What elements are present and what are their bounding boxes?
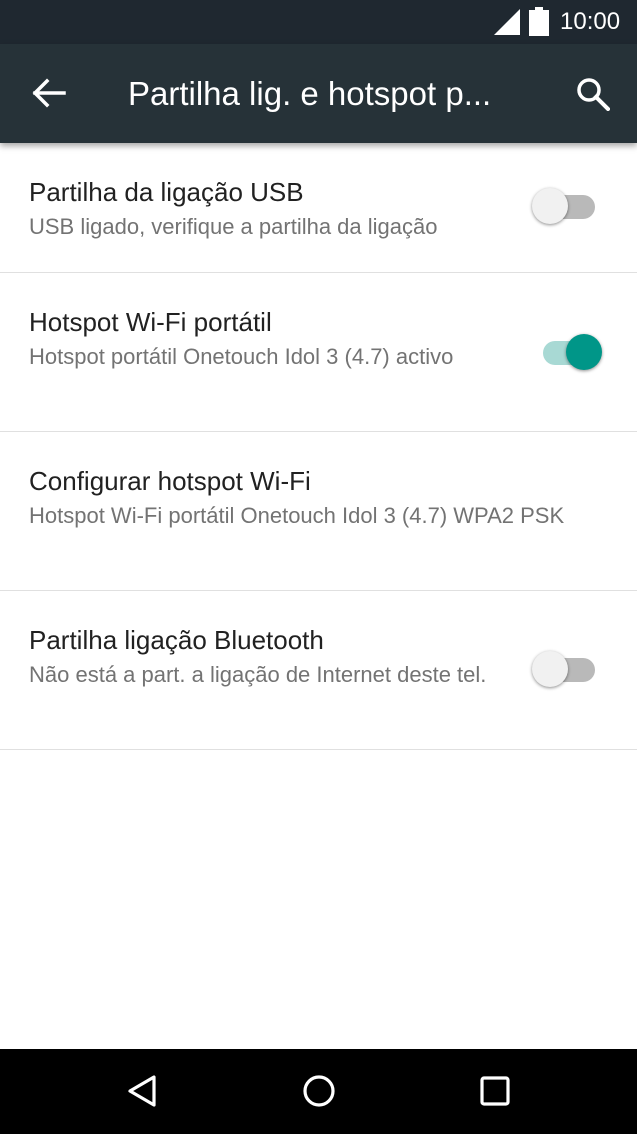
setting-title: Configurar hotspot Wi-Fi bbox=[29, 466, 311, 496]
settings-list: Partilha da ligação USB USB ligado, veri… bbox=[0, 143, 637, 750]
toggle-thumb bbox=[532, 188, 568, 224]
status-bar: 10:00 bbox=[0, 0, 637, 44]
status-time: 10:00 bbox=[560, 8, 621, 35]
setting-bluetooth-tethering[interactable]: Partilha ligação Bluetooth Não está a pa… bbox=[0, 591, 637, 750]
signal-icon bbox=[494, 9, 520, 35]
battery-icon bbox=[529, 7, 549, 36]
setting-summary: Não está a part. a ligação de Internet d… bbox=[29, 662, 487, 687]
setting-summary: Hotspot Wi-Fi portátil Onetouch Idol 3 (… bbox=[29, 503, 565, 528]
search-icon[interactable] bbox=[576, 77, 610, 111]
setting-configure-hotspot[interactable]: Configurar hotspot Wi-Fi Hotspot Wi-Fi p… bbox=[0, 432, 637, 591]
bluetooth-tethering-toggle[interactable] bbox=[532, 651, 606, 688]
app-bar: Partilha lig. e hotspot p... bbox=[0, 44, 637, 143]
toggle-thumb bbox=[566, 334, 602, 370]
recents-square-icon[interactable] bbox=[477, 1073, 513, 1109]
back-triangle-icon[interactable] bbox=[124, 1073, 160, 1109]
setting-summary: USB ligado, verifique a partilha da liga… bbox=[29, 214, 438, 239]
setting-texts: Hotspot Wi-Fi portátil Hotspot portátil … bbox=[29, 305, 509, 371]
setting-title: Partilha da ligação USB bbox=[29, 177, 304, 207]
setting-texts: Partilha ligação Bluetooth Não está a pa… bbox=[29, 623, 509, 689]
usb-tethering-toggle[interactable] bbox=[532, 188, 606, 225]
arrow-left-icon[interactable] bbox=[32, 78, 66, 108]
page-title: Partilha lig. e hotspot p... bbox=[128, 75, 492, 112]
setting-texts: Partilha da ligação USB USB ligado, veri… bbox=[29, 175, 509, 241]
setting-title: Partilha ligação Bluetooth bbox=[29, 625, 324, 655]
toggle-thumb bbox=[532, 651, 568, 687]
setting-texts: Configurar hotspot Wi-Fi Hotspot Wi-Fi p… bbox=[29, 464, 599, 530]
setting-wifi-hotspot[interactable]: Hotspot Wi-Fi portátil Hotspot portátil … bbox=[0, 273, 637, 432]
setting-title: Hotspot Wi-Fi portátil bbox=[29, 307, 272, 337]
home-circle-icon[interactable] bbox=[301, 1073, 337, 1109]
setting-usb-tethering[interactable]: Partilha da ligação USB USB ligado, veri… bbox=[0, 143, 637, 273]
navigation-bar bbox=[0, 1049, 637, 1134]
setting-summary: Hotspot portátil Onetouch Idol 3 (4.7) a… bbox=[29, 344, 454, 369]
wifi-hotspot-toggle[interactable] bbox=[540, 334, 606, 371]
